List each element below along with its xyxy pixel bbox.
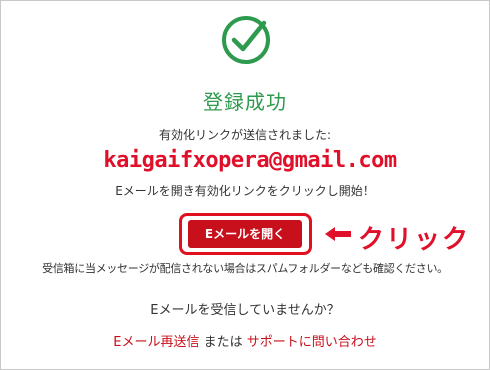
link-sent-text: 有効化リンクが送信されました: bbox=[158, 128, 332, 142]
or-text: または bbox=[199, 335, 247, 350]
left-arrow-icon bbox=[325, 226, 351, 241]
open-email-button[interactable]: Eメールを開く bbox=[188, 220, 302, 248]
resend-email-link[interactable]: Eメール再送信 bbox=[113, 335, 199, 350]
help-links: Eメール再送信 または サポートに問い合わせ bbox=[0, 331, 490, 350]
instruction-text: Eメールを開き有効化リンクをクリックし開始！ bbox=[115, 184, 375, 198]
success-title: 登録成功 bbox=[203, 90, 287, 114]
spam-note: 受信箱に当メッセージが配信されない場合はスパムフォルダーなども確認ください。 bbox=[42, 262, 448, 275]
email-address: kaigaifxopera@gmail.com bbox=[103, 148, 397, 173]
not-received-text: Eメールを受信していませんか？ bbox=[150, 303, 340, 318]
check-circle-icon bbox=[220, 14, 272, 66]
contact-support-link[interactable]: サポートに問い合わせ bbox=[247, 335, 377, 350]
annotation-click-label: クリック bbox=[358, 225, 471, 255]
